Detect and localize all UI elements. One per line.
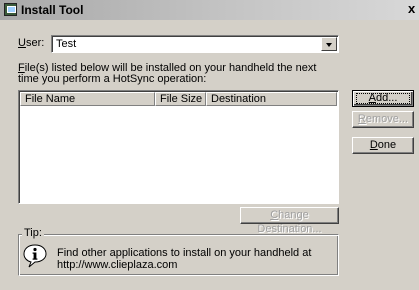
tip-label: Tip: — [22, 227, 44, 239]
files-description: File(s) listed below will be installed o… — [18, 62, 317, 85]
file-list[interactable]: File Name File Size Destination — [18, 90, 339, 204]
info-icon — [23, 244, 47, 268]
tip-line: Find other applications to install on yo… — [57, 247, 312, 259]
tip-text: Find other applications to install on yo… — [57, 247, 311, 271]
change-destination-button[interactable]: Change Destination... — [240, 207, 339, 235]
focus-rect — [356, 93, 410, 104]
column-header-file-size[interactable]: File Size — [155, 92, 206, 106]
column-header-destination[interactable]: Destination — [206, 92, 337, 106]
install-tool-icon — [4, 3, 17, 16]
done-button[interactable]: Done — [352, 137, 414, 154]
title-bar: Install Tool x — [0, 0, 419, 20]
tip-url: http://www.clieplaza.com — [57, 259, 178, 271]
remove-button[interactable]: Remove... — [352, 111, 414, 128]
user-value: Test — [56, 38, 77, 50]
column-header-file-name[interactable]: File Name — [20, 92, 155, 106]
user-label: User: — [18, 37, 45, 49]
add-button[interactable]: Add... — [352, 90, 414, 107]
user-combobox[interactable]: Test — [51, 35, 339, 53]
close-icon[interactable]: x — [408, 1, 415, 16]
chevron-down-icon[interactable] — [321, 37, 337, 51]
window-title: Install Tool — [21, 3, 84, 17]
